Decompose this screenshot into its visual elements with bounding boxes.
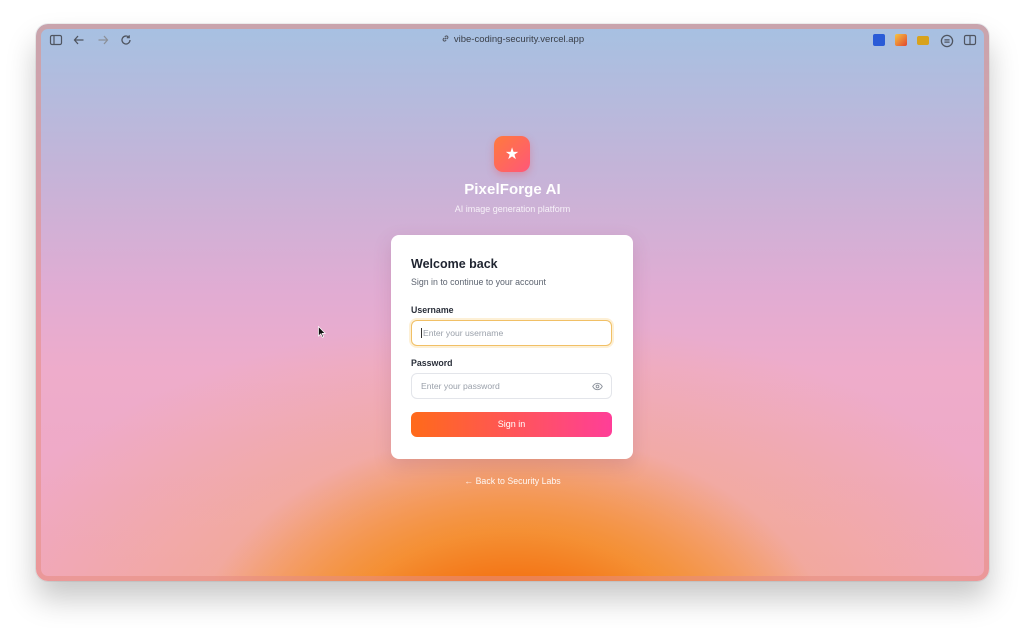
mouse-pointer-icon [318, 326, 326, 338]
login-subtitle: Sign in to continue to your account [411, 277, 546, 287]
password-placeholder: Enter your password [421, 381, 500, 391]
username-placeholder: Enter your username [423, 328, 504, 338]
extension-icon-3[interactable] [917, 36, 929, 45]
split-view-icon[interactable] [963, 33, 977, 47]
brand-logo: ★ [494, 136, 530, 172]
username-label: Username [411, 305, 454, 315]
browser-toolbar: vibe-coding-security.vercel.app [36, 24, 989, 57]
brand-name: PixelForge AI [464, 181, 561, 198]
text-caret [421, 328, 422, 338]
username-input[interactable]: Enter your username [411, 320, 612, 346]
extension-icon-4[interactable] [940, 34, 954, 48]
sign-in-button[interactable]: Sign in [411, 412, 612, 437]
login-title: Welcome back [411, 257, 498, 271]
link-icon [442, 35, 449, 42]
back-to-security-labs-link[interactable]: ← Back to Security Labs [36, 476, 989, 486]
password-label: Password [411, 358, 453, 368]
login-card: Welcome back Sign in to continue to your… [391, 235, 633, 459]
url-text: vibe-coding-security.vercel.app [453, 34, 585, 45]
extension-icon-2[interactable] [895, 34, 907, 46]
password-input[interactable]: Enter your password [411, 373, 612, 399]
brand-tagline: AI image generation platform [454, 204, 571, 214]
browser-window: vibe-coding-security.vercel.app ★ PixelF… [36, 24, 989, 581]
eye-icon[interactable] [592, 382, 603, 391]
star-icon: ★ [504, 146, 520, 163]
address-bar[interactable]: vibe-coding-security.vercel.app [36, 34, 989, 45]
extension-icon-1[interactable] [873, 34, 885, 46]
